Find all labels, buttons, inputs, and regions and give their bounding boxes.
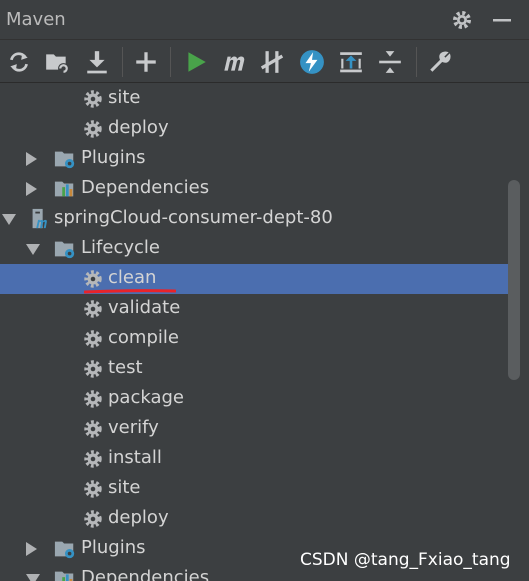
vertical-scrollbar[interactable] xyxy=(508,180,520,380)
goal-gear-icon xyxy=(82,508,104,530)
lifecycle-goal-row[interactable]: compile xyxy=(0,324,519,354)
expand-arrow-icon[interactable] xyxy=(26,182,37,196)
goal-gear-icon xyxy=(82,268,104,290)
skip-tests-icon[interactable] xyxy=(299,49,325,75)
tree-node-label: Plugins xyxy=(81,537,146,558)
tree-node-label: clean xyxy=(108,267,157,288)
lifecycle-goal-row[interactable]: site xyxy=(0,84,519,114)
tree-node-label: deploy xyxy=(108,117,169,138)
expand-arrow-icon[interactable] xyxy=(26,542,37,556)
maven-toolbar xyxy=(0,41,529,83)
show-dependencies-icon[interactable] xyxy=(338,49,364,75)
settings-wrench-icon[interactable] xyxy=(427,49,453,75)
goal-gear-icon xyxy=(82,418,104,440)
gear-icon[interactable] xyxy=(450,8,474,32)
tree-node-label: package xyxy=(108,387,184,408)
tree-node-label: compile xyxy=(108,327,179,348)
lifecycle-goal-row[interactable]: site xyxy=(0,474,519,504)
project-node-row[interactable]: springCloud-consumer-dept-80 xyxy=(0,204,519,234)
tree-group-row[interactable]: Dependencies xyxy=(0,174,519,204)
lifecycle-goal-row[interactable]: clean xyxy=(0,264,519,294)
folder-icon xyxy=(54,538,76,560)
toggle-offline-icon[interactable] xyxy=(259,49,285,75)
tree-node-label: validate xyxy=(108,297,181,318)
lifecycle-goal-row[interactable]: install xyxy=(0,444,519,474)
toolbar-separator xyxy=(122,47,123,77)
tool-window-header: Maven xyxy=(0,0,529,40)
toolbar-separator xyxy=(170,47,171,77)
run-icon[interactable] xyxy=(183,49,209,75)
goal-gear-icon xyxy=(82,88,104,110)
add-icon[interactable] xyxy=(133,49,159,75)
tree-node-label: springCloud-consumer-dept-80 xyxy=(54,207,333,228)
tree-node-label: install xyxy=(108,447,162,468)
maven-project-tree: site deploy Plugins Dependencies springCloud… xyxy=(0,84,529,581)
goal-gear-icon xyxy=(82,298,104,320)
lifecycle-goal-row[interactable]: deploy xyxy=(0,504,519,534)
lifecycle-goal-row[interactable]: deploy xyxy=(0,114,519,144)
goal-gear-icon xyxy=(82,388,104,410)
tree-node-label: Lifecycle xyxy=(81,237,160,258)
generate-sources-icon[interactable] xyxy=(44,49,70,75)
lifecycle-goal-row[interactable]: test xyxy=(0,354,519,384)
toolbar-separator xyxy=(416,47,417,77)
watermark-text: CSDN @tang_Fxiao_tang xyxy=(300,550,511,570)
red-underline-annotation xyxy=(84,289,176,294)
download-icon[interactable] xyxy=(84,49,110,75)
goal-gear-icon xyxy=(82,118,104,140)
collapse-arrow-icon[interactable] xyxy=(2,214,16,225)
tree-group-row[interactable]: Plugins xyxy=(0,144,519,174)
tree-node-label: site xyxy=(108,87,141,108)
tree-node-label: Plugins xyxy=(81,147,146,168)
expand-arrow-icon[interactable] xyxy=(26,152,37,166)
lifecycle-goal-row[interactable]: verify xyxy=(0,414,519,444)
goal-gear-icon xyxy=(82,448,104,470)
tree-node-label: verify xyxy=(108,417,159,438)
folder-icon xyxy=(54,148,76,170)
execute-goal-icon[interactable] xyxy=(220,49,246,75)
tree-node-label: Dependencies xyxy=(81,567,210,581)
tree-node-label: site xyxy=(108,477,141,498)
dependencies-folder-icon xyxy=(54,178,76,200)
dependencies-folder-icon xyxy=(54,568,76,581)
minimize-icon[interactable] xyxy=(490,8,514,32)
lifecycle-goal-row[interactable]: package xyxy=(0,384,519,414)
collapse-arrow-icon[interactable] xyxy=(26,574,40,581)
maven-project-icon xyxy=(28,208,50,230)
collapse-arrow-icon[interactable] xyxy=(26,244,40,255)
collapse-all-icon[interactable] xyxy=(377,49,403,75)
goal-gear-icon xyxy=(82,358,104,380)
folder-icon xyxy=(54,238,76,260)
lifecycle-goal-row[interactable]: validate xyxy=(0,294,519,324)
tree-group-row[interactable]: Lifecycle xyxy=(0,234,519,264)
tool-window-title: Maven xyxy=(6,9,66,30)
goal-gear-icon xyxy=(82,328,104,350)
goal-gear-icon xyxy=(82,478,104,500)
tree-node-label: Dependencies xyxy=(81,177,210,198)
tree-node-label: test xyxy=(108,357,143,378)
tree-node-label: deploy xyxy=(108,507,169,528)
reload-all-icon[interactable] xyxy=(6,49,32,75)
